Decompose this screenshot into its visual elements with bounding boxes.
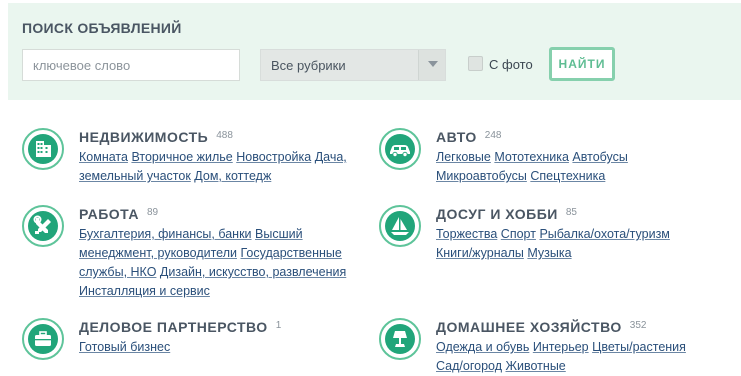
category-count: 89 (146, 207, 159, 218)
subcategory-link[interactable]: Дизайн, искусство, развлечения (160, 265, 346, 279)
category-real-estate: НЕДВИЖИМОСТЬ 488 Комната Вторичное жилье … (22, 128, 352, 188)
rubric-selected-value: Все рубрики (271, 58, 346, 73)
subcategory-link[interactable]: Дом, коттедж (194, 169, 271, 183)
subcategory-link[interactable]: Легковые (436, 150, 491, 164)
subcategory-link[interactable]: Автобусы (572, 150, 627, 164)
subcategory-link[interactable]: службы, НКО (79, 265, 156, 279)
subcategory-link[interactable]: менеджмент, руководители (79, 246, 237, 260)
subcategory-link[interactable]: Вторичное жилье (131, 150, 232, 164)
category-icon-ring[interactable] (379, 318, 421, 360)
category-count: 352 (629, 320, 647, 331)
category-links: Готовый бизнес (79, 338, 369, 357)
category-icon-ring[interactable] (379, 128, 421, 170)
category-count: 85 (565, 207, 577, 218)
subcategory-link[interactable]: Спорт (501, 227, 536, 241)
lamp-icon (393, 331, 407, 347)
subcategory-link[interactable]: Инсталляция и сервис (79, 284, 210, 298)
subcategory-link[interactable]: Цветы/растения (592, 340, 686, 354)
category-title[interactable]: ДОМАШНЕЕ ХОЗЯЙСТВО 352 (436, 319, 646, 335)
category-links: Торжества Спорт Рыбалка/охота/туризм Кни… (436, 225, 726, 263)
subcategory-link[interactable]: Животные (505, 359, 565, 373)
subcategory-link[interactable]: Спецтехника (530, 169, 605, 183)
category-title[interactable]: АВТО 248 (436, 129, 501, 145)
category-title[interactable]: ДОСУГ И ХОББИ 85 (436, 206, 577, 222)
category-icon-ring[interactable] (22, 318, 64, 360)
category-links: Комната Вторичное жилье Новостройка Дача… (79, 148, 369, 186)
photo-checkbox-label[interactable]: С фото (489, 57, 533, 72)
tools-icon (33, 215, 51, 234)
category-count: 248 (484, 130, 502, 141)
keyword-input[interactable] (22, 49, 240, 81)
rubric-select[interactable]: Все рубрики (260, 49, 446, 81)
subcategory-link[interactable]: Торжества (436, 227, 497, 241)
category-icon-ring[interactable] (379, 205, 421, 247)
subcategory-link[interactable]: Музыка (527, 246, 571, 260)
category-title[interactable]: РАБОТА 89 (79, 206, 158, 222)
category-icon-ring[interactable] (22, 128, 64, 170)
subcategory-link[interactable]: Дача, (315, 150, 347, 164)
category-business: ДЕЛОВОЕ ПАРТНЕРСТВО 1 Готовый бизнес (22, 318, 362, 363)
subcategory-link[interactable]: Рыбалка/охота/туризм (539, 227, 669, 241)
subcategory-link[interactable]: Бухгалтерия, финансы, банки (79, 227, 252, 241)
category-auto: АВТО 248 Легковые Мототехника Автобусы Ми… (379, 128, 709, 188)
category-title[interactable]: ДЕЛОВОЕ ПАРТНЕРСТВО 1 (79, 319, 281, 335)
subcategory-link[interactable]: земельный участок (79, 169, 191, 183)
subcategory-link[interactable]: Книги/журналы (436, 246, 524, 260)
briefcase-icon (35, 331, 51, 346)
chevron-down-icon (428, 61, 438, 67)
photo-checkbox[interactable] (468, 56, 483, 71)
subcategory-link[interactable]: Мототехника (494, 150, 569, 164)
category-icon-ring[interactable] (22, 205, 64, 247)
car-icon (390, 145, 410, 158)
subcategory-link[interactable]: Высший (255, 227, 303, 241)
category-links: Одежда и обувь Интерьер Цветы/растения С… (436, 338, 726, 376)
find-button[interactable]: НАЙТИ (549, 47, 615, 81)
subcategory-link[interactable]: Интерьер (533, 340, 589, 354)
subcategory-link[interactable]: Одежда и обувь (436, 340, 529, 354)
category-household: ДОМАШНЕЕ ХОЗЯЙСТВО 352 Одежда и обувь Инт… (379, 318, 719, 376)
category-links: Легковые Мототехника Автобусы Микроавтоб… (436, 148, 706, 186)
category-links: Бухгалтерия, финансы, банки Высший менед… (79, 225, 369, 301)
category-title[interactable]: НЕДВИЖИМОСТЬ 488 (79, 129, 233, 145)
search-title: ПОИСК ОБЪЯВЛЕНИЙ (22, 20, 182, 36)
sailboat-icon (391, 217, 409, 235)
subcategory-link[interactable]: Микроавтобусы (436, 169, 527, 183)
rubric-dropdown-toggle[interactable] (418, 50, 445, 80)
subcategory-link[interactable]: Сад/огород (436, 359, 502, 373)
building-icon (36, 141, 51, 157)
category-count: 488 (216, 130, 233, 141)
category-count: 1 (275, 320, 282, 331)
subcategory-link[interactable]: Готовый бизнес (79, 340, 170, 354)
subcategory-link[interactable]: Государственные (240, 246, 341, 260)
search-panel: ПОИСК ОБЪЯВЛЕНИЙ Все рубрики С фото НАЙТ… (8, 3, 741, 100)
category-leisure: ДОСУГ И ХОББИ 85 Торжества Спорт Рыбалка/… (379, 205, 719, 265)
category-work: РАБОТА 89 Бухгалтерия, финансы, банки Выс… (22, 205, 362, 300)
subcategory-link[interactable]: Комната (79, 150, 128, 164)
subcategory-link[interactable]: Новостройка (236, 150, 311, 164)
